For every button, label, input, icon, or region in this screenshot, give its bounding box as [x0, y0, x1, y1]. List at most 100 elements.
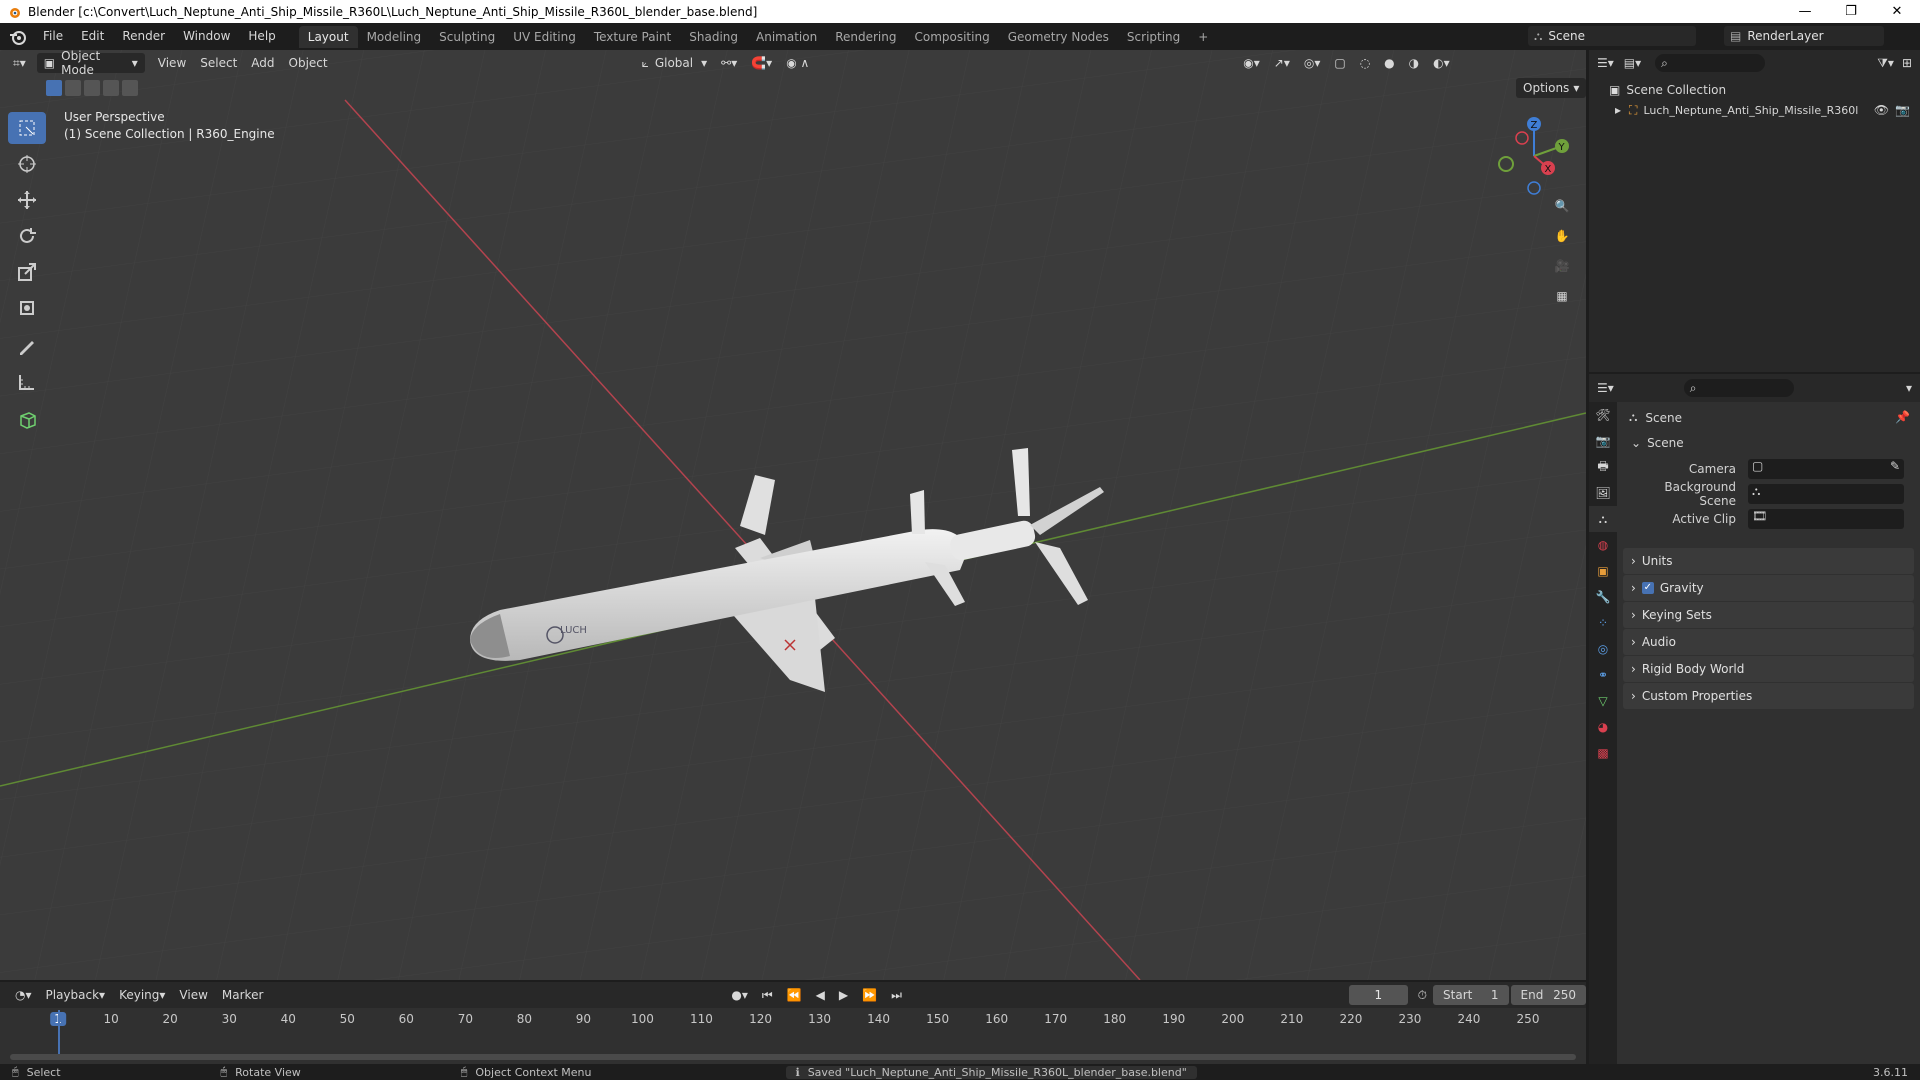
object-tab-icon[interactable]: ▣ — [1589, 558, 1617, 584]
data-tab-icon[interactable]: ▽ — [1589, 688, 1617, 714]
tool-tab-icon[interactable]: 🛠 — [1589, 402, 1617, 428]
timeline-scrollbar[interactable] — [10, 1054, 1576, 1060]
eye-icon[interactable]: 👁 — [1874, 103, 1889, 117]
viewport-menu-view[interactable]: View — [151, 53, 193, 73]
minimize-button[interactable]: — — [1782, 4, 1828, 19]
tab-shading[interactable]: Shading — [680, 26, 747, 48]
scene-selector[interactable]: ⛬ Scene — [1528, 26, 1696, 46]
expand-arrow-icon[interactable]: ▸ — [1615, 103, 1621, 117]
scale-tool-icon[interactable] — [8, 256, 46, 288]
select-subtract-icon[interactable] — [84, 80, 100, 96]
modifier-tab-icon[interactable]: 🔧 — [1589, 584, 1617, 610]
select-new-icon[interactable] — [46, 80, 62, 96]
xray-icon[interactable]: ▢ — [1327, 53, 1352, 73]
output-tab-icon[interactable]: 🖶 — [1589, 454, 1617, 480]
scene-tab-icon[interactable]: ⛬ — [1589, 506, 1617, 532]
gravity-panel[interactable]: › ✓ Gravity — [1623, 575, 1914, 601]
camera-render-icon[interactable]: 📷 — [1895, 103, 1910, 117]
world-tab-icon[interactable]: ◍ — [1589, 532, 1617, 558]
menu-help[interactable]: Help — [239, 23, 284, 50]
tab-modeling[interactable]: Modeling — [358, 26, 431, 48]
tab-layout[interactable]: Layout — [298, 25, 358, 48]
view-layer-tab-icon[interactable]: 🖼 — [1589, 480, 1617, 506]
mode-selector[interactable]: ▣ Object Mode ▾ — [36, 50, 145, 77]
render-tab-icon[interactable]: 📷 — [1589, 428, 1617, 454]
add-cube-tool-icon[interactable] — [8, 404, 46, 436]
transform-tool-icon[interactable] — [8, 292, 46, 324]
outliner-search-input[interactable]: ⌕ — [1655, 54, 1766, 72]
gravity-checkbox[interactable]: ✓ — [1641, 582, 1654, 594]
select-extend-icon[interactable] — [65, 80, 81, 96]
annotate-tool-icon[interactable] — [8, 330, 46, 362]
play-reverse-icon[interactable]: ◀ — [809, 985, 832, 1005]
timeline-editor-icon[interactable]: ◔▾ — [8, 985, 39, 1005]
constraints-tab-icon[interactable]: ⚭ — [1589, 662, 1617, 688]
current-frame-field[interactable]: 1 — [1348, 985, 1408, 1005]
tab-texture-paint[interactable]: Texture Paint — [585, 26, 680, 48]
properties-editor-icon[interactable]: ☰▾ — [1597, 381, 1614, 395]
timeline-ruler[interactable]: 1102030405060708090100110120130140150160… — [0, 1010, 1586, 1030]
perspective-toggle-icon[interactable]: ▦ — [1548, 282, 1576, 310]
material-shading-icon[interactable]: ◑ — [1402, 53, 1426, 73]
camera-view-icon[interactable]: 🎥 — [1548, 252, 1576, 280]
overlays-icon[interactable]: ◎▾ — [1297, 53, 1328, 73]
texture-tab-icon[interactable]: ▩ — [1589, 740, 1617, 766]
blender-menu-icon[interactable] — [4, 27, 34, 47]
outliner-row-object[interactable]: ▸ ⛶ Luch_Neptune_Anti_Ship_Missile_R360l… — [1589, 100, 1920, 120]
properties-search-input[interactable]: ⌕ — [1683, 379, 1794, 397]
chevron-down-icon[interactable]: ▾ — [1906, 381, 1912, 395]
rotate-tool-icon[interactable] — [8, 220, 46, 252]
audio-panel[interactable]: › Audio — [1623, 629, 1914, 655]
cursor-tool-icon[interactable] — [8, 148, 46, 180]
physics-tab-icon[interactable]: ◎ — [1589, 636, 1617, 662]
clock-icon[interactable]: ⏱ — [1418, 988, 1427, 1003]
menu-window[interactable]: Window — [174, 23, 239, 50]
timeline-menu-marker[interactable]: Marker — [215, 985, 270, 1005]
timeline-menu-keying[interactable]: Keying ▾ — [112, 985, 172, 1005]
display-mode-icon[interactable]: ▤▾ — [1624, 56, 1641, 70]
gizmo-toggle-icon[interactable]: ↗▾ — [1267, 53, 1297, 73]
menu-file[interactable]: File — [34, 23, 72, 50]
editor-type-icon[interactable]: ⌗▾ — [6, 53, 33, 73]
scene-panel-header[interactable]: ⌄ Scene — [1631, 436, 1684, 450]
maximize-button[interactable]: ❐ — [1828, 4, 1874, 19]
tab-animation[interactable]: Animation — [747, 26, 826, 48]
viewport-menu-object[interactable]: Object — [282, 53, 335, 73]
navigation-gizmo[interactable]: Z Y X — [1494, 116, 1574, 196]
move-tool-icon[interactable] — [8, 184, 46, 216]
record-icon[interactable]: ●▾ — [724, 985, 755, 1005]
zoom-icon[interactable]: 🔍 — [1548, 192, 1576, 220]
tab-compositing[interactable]: Compositing — [905, 26, 998, 48]
jump-end-icon[interactable]: ⏭ — [884, 985, 909, 1005]
pan-hand-icon[interactable]: ✋ — [1548, 222, 1576, 250]
proportional-edit-icon[interactable]: ◉ ∧ — [779, 53, 816, 73]
jump-start-icon[interactable]: ⏮ — [755, 985, 780, 1005]
pivot-icon[interactable]: ⚯▾ — [714, 53, 744, 73]
playhead[interactable] — [58, 1010, 60, 1060]
transform-orientation[interactable]: ⟀ Global ▾ — [635, 53, 715, 73]
view-layer-selector[interactable]: ▤ RenderLayer — [1724, 26, 1884, 46]
tab-rendering[interactable]: Rendering — [826, 26, 905, 48]
close-button[interactable]: ✕ — [1874, 4, 1920, 19]
select-box-modes[interactable] — [46, 80, 138, 96]
tab-geometry-nodes[interactable]: Geometry Nodes — [999, 26, 1118, 48]
viewport-menu-add[interactable]: Add — [244, 53, 281, 73]
visibility-icon[interactable]: ◉▾ — [1236, 53, 1267, 73]
active-clip-field[interactable]: 🎞 — [1748, 509, 1904, 529]
measure-tool-icon[interactable] — [8, 366, 46, 398]
outliner-editor-icon[interactable]: ☰▾ — [1597, 56, 1614, 70]
tab-uv-editing[interactable]: UV Editing — [504, 26, 585, 48]
eyedropper-icon[interactable]: ✎ — [1890, 459, 1900, 473]
particles-tab-icon[interactable]: ⁘ — [1589, 610, 1617, 636]
prev-keyframe-icon[interactable]: ⏪ — [780, 985, 809, 1005]
render-shading-icon[interactable]: ◐▾ — [1426, 53, 1457, 73]
options-button[interactable]: Options ▾ — [1516, 78, 1586, 98]
menu-render[interactable]: Render — [113, 23, 174, 50]
new-collection-icon[interactable]: ⊞ — [1902, 56, 1912, 70]
menu-edit[interactable]: Edit — [72, 23, 113, 50]
timeline-menu-view[interactable]: View — [172, 985, 214, 1005]
select-invert-icon[interactable] — [103, 80, 119, 96]
tab-scripting[interactable]: Scripting — [1118, 26, 1189, 48]
timeline-menu-playback[interactable]: Playback ▾ — [39, 985, 113, 1005]
end-frame-field[interactable]: End 250 — [1510, 985, 1586, 1005]
